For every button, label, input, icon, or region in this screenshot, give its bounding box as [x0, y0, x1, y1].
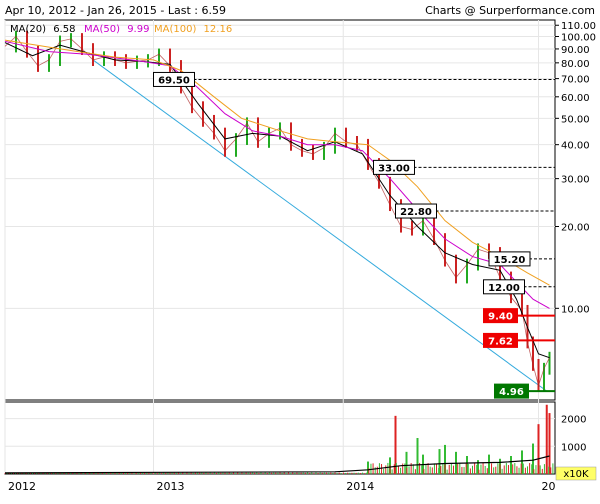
level-label: 12.00: [488, 283, 520, 294]
price-tick-label: 70.00: [561, 75, 590, 86]
price-tick-label: 10.00: [561, 304, 590, 315]
date-range-title: Apr 10, 2012 - Jan 26, 2015 - Last : 6.5…: [5, 4, 226, 17]
price-tick-label: 20.00: [561, 222, 590, 233]
level-label: 9.40: [488, 312, 513, 323]
price-tick-label: 40.00: [561, 141, 590, 152]
price-tick-label: 100.00: [561, 32, 596, 43]
level-label: 7.62: [488, 336, 513, 347]
volume-tick-label: 1000: [561, 442, 586, 453]
legend-entry-ma50: MA(50) 9.99: [84, 24, 149, 35]
x-tick-label: 20: [542, 480, 556, 493]
price-plot-frame: [4, 19, 556, 401]
volume-tick-label: 2000: [561, 415, 586, 426]
legend-entry-ma100: MA(100) 12.16: [154, 24, 232, 35]
stock-chart: Apr 10, 2012 - Jan 26, 2015 - Last : 6.5…: [0, 0, 600, 500]
x-tick-label: 2013: [157, 480, 185, 493]
chart-svg: Apr 10, 2012 - Jan 26, 2015 - Last : 6.5…: [0, 0, 600, 500]
price-tick-label: 80.00: [561, 59, 590, 70]
legend-entry-ma20: MA(20) 6.58: [10, 24, 75, 35]
level-label: 33.00: [378, 163, 410, 174]
price-tick-label: 30.00: [561, 175, 590, 186]
volume-unit-label: x10K: [563, 469, 589, 480]
legend: MA(20) 6.58 MA(50) 9.99 MA(100) 12.16: [10, 24, 232, 35]
source-credit: Charts @ Surperformance.com: [425, 4, 595, 17]
level-label: 4.96: [499, 387, 524, 398]
price-panel: [4, 19, 556, 401]
x-tick-label: 2014: [346, 480, 374, 493]
price-tick-label: 50.00: [561, 114, 590, 125]
price-tick-label: 90.00: [561, 45, 590, 56]
x-tick-label: 2012: [8, 480, 36, 493]
level-label: 15.20: [494, 255, 526, 266]
level-label: 22.80: [400, 207, 432, 218]
level-label: 69.50: [158, 75, 190, 86]
price-tick-label: 60.00: [561, 93, 590, 104]
price-tick-label: 110.00: [561, 21, 596, 32]
